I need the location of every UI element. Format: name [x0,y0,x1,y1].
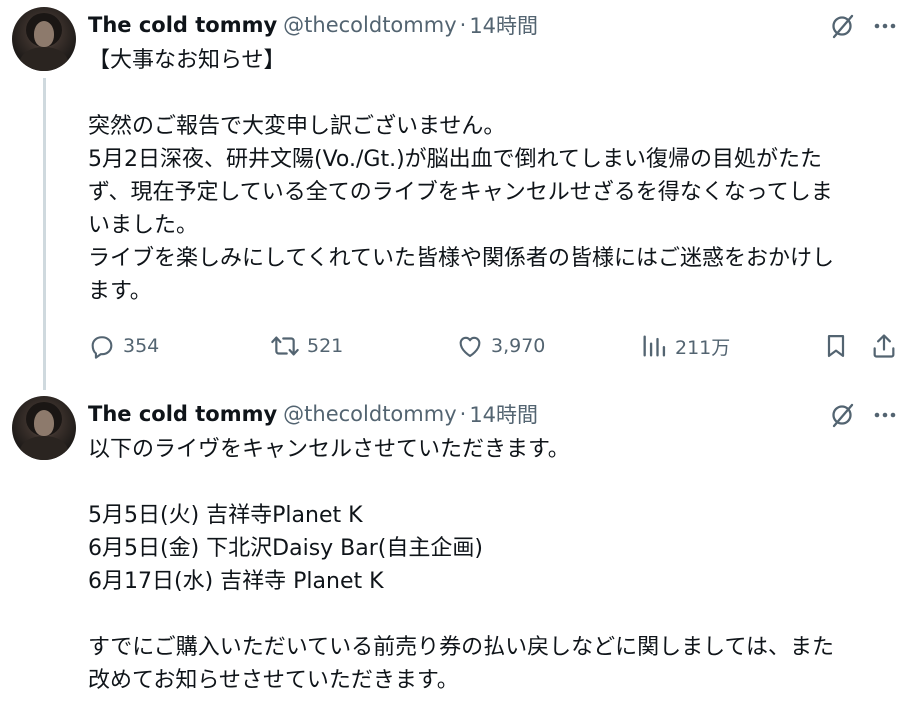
repost-icon [271,336,299,356]
tweet-line: 6月17日(水) 吉祥寺 Planet K [88,569,384,594]
author-name[interactable]: The cold tommy [88,402,277,426]
tweet-line: 改めてお知らせさせていただきます。 [88,668,459,693]
tweet-line: 5月5日(火) 吉祥寺Planet K [88,503,363,528]
views-icon [643,335,666,357]
tweet-header: The cold tommy @thecoldtommy · 14時間 [88,10,538,40]
share-button[interactable] [870,330,898,362]
reply-icon [91,336,113,359]
avatar[interactable] [12,396,76,460]
author-handle[interactable]: @thecoldtommy [283,402,456,426]
tweet-body: 以下のライヴをキャンセルさせていただきます。 5月5日(火) 吉祥寺Planet… [88,433,898,697]
separator-dot: · [459,402,467,426]
tweet-header: The cold tommy @thecoldtommy · 14時間 [88,399,538,429]
share-icon [873,334,895,358]
tweet-line: 5月2日深夜、研井文陽(Vo./Gt.)が脳出血で倒れてしまい復帰の目処がたた [88,147,822,172]
author-name[interactable]: The cold tommy [88,13,277,37]
tweet-line: いました。 [88,213,199,238]
more-icon[interactable] [868,9,902,43]
tweet-line: ます。 [88,279,152,304]
grok-icon[interactable] [826,398,860,432]
thread-connector-line [43,78,46,390]
author-handle[interactable]: @thecoldtommy [283,13,456,37]
tweet-actions: 354 521 3,970 211万 [88,330,908,362]
like-button[interactable]: 3,970 [456,330,545,362]
reply-button[interactable]: 354 [88,330,159,362]
grok-icon[interactable] [826,9,860,43]
reply-count: 354 [123,335,160,357]
repost-count: 521 [307,335,344,357]
tweet-line: 突然のご報告で大変申し訳ございません。 [88,114,506,139]
timestamp[interactable]: 14時間 [469,399,538,429]
tweet-line [88,466,898,499]
views-count: 211万 [675,336,731,359]
bookmark-button[interactable] [822,330,850,362]
views-button[interactable]: 211万 [640,330,730,362]
tweet-line [88,77,898,110]
tweet-line: ライブを楽しみにしてくれていた皆様や関係者の皆様にはご迷惑をおかけし [88,246,835,271]
tweet-body: 【大事なお知らせ】 突然のご報告で大変申し訳ございません。 5月2日深夜、研井文… [88,44,898,308]
bookmark-icon [827,334,845,358]
tweet-line: 6月5日(金) 下北沢Daisy Bar(自主企画) [88,536,483,561]
tweet-line [88,598,898,631]
avatar[interactable] [12,7,76,71]
repost-button[interactable]: 521 [270,330,343,362]
separator-dot: · [459,13,467,37]
more-icon[interactable] [868,398,902,432]
tweet-line: 【大事なお知らせ】 [88,48,286,73]
tweet-line: 以下のライヴをキャンセルさせていただきます。 [88,437,570,462]
tweet-line: すでにご購入いただいている前売り券の払い戻しなどに関しましては、また [88,635,835,660]
heart-icon [459,336,481,357]
tweet-line: ず、現在予定している全てのライブをキャンセルせざるを得なくなってしま [88,180,833,205]
like-count: 3,970 [491,335,546,357]
timestamp[interactable]: 14時間 [469,10,538,40]
